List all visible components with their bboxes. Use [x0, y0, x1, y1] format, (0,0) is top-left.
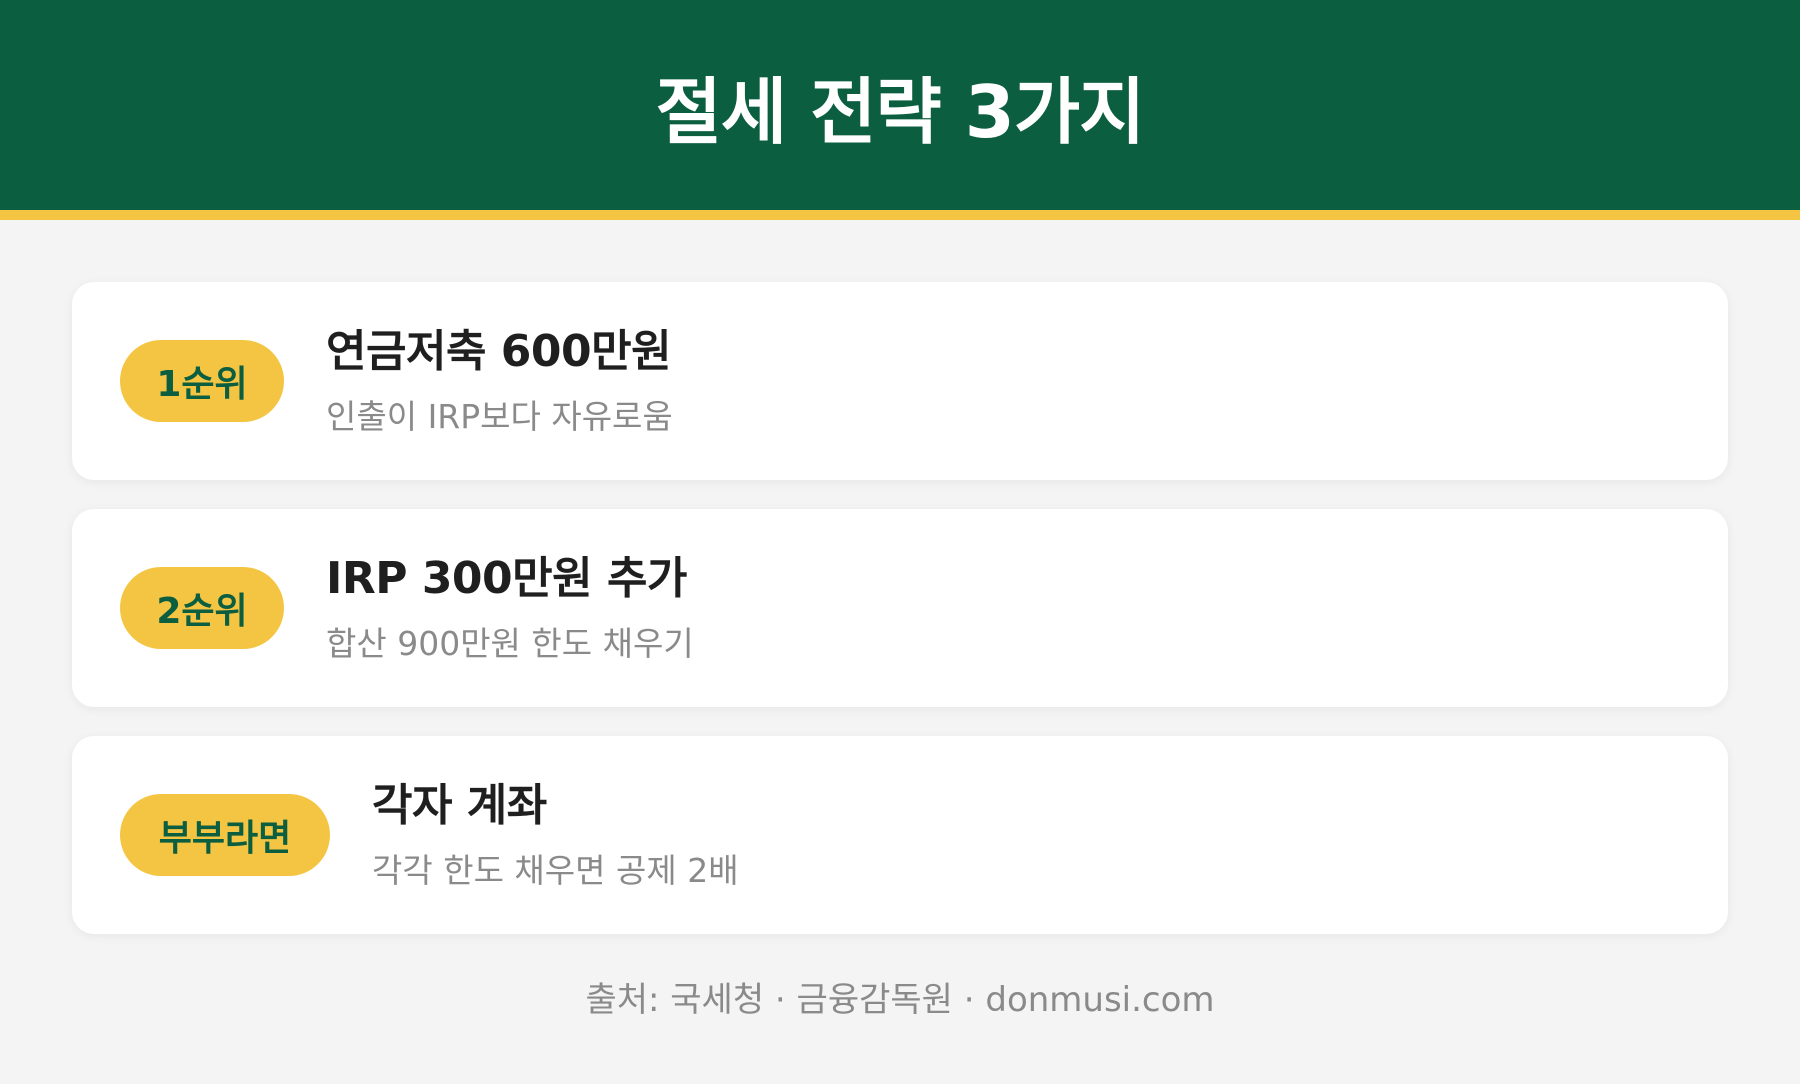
- source-footer: 출처: 국세청 · 금융감독원 · donmusi.com: [585, 980, 1215, 1020]
- card-text: IRP 300만원 추가 합산 900만원 한도 채우기: [326, 551, 694, 665]
- card-description: 합산 900만원 한도 채우기: [326, 624, 694, 663]
- card-text: 각자 계좌 각각 한도 채우면 공제 2배: [372, 778, 739, 892]
- strategy-list: 1순위 연금저축 600만원 인출이 IRP보다 자유로움 2순위 IRP 30…: [72, 282, 1728, 963]
- rank-badge: 1순위: [120, 340, 284, 422]
- card-title: IRP 300만원 추가: [326, 553, 687, 604]
- card-text: 연금저축 600만원 인출이 IRP보다 자유로움: [326, 324, 673, 438]
- rank-badge: 2순위: [120, 567, 284, 649]
- strategy-card-3: 부부라면 각자 계좌 각각 한도 채우면 공제 2배: [72, 736, 1728, 934]
- card-title: 연금저축 600만원: [326, 326, 672, 377]
- strategy-card-2: 2순위 IRP 300만원 추가 합산 900만원 한도 채우기: [72, 509, 1728, 707]
- page-title: 절세 전략 3가지: [655, 69, 1146, 154]
- page-header: 절세 전략 3가지: [0, 0, 1800, 220]
- card-title: 각자 계좌: [372, 780, 547, 831]
- rank-badge: 부부라면: [120, 794, 330, 876]
- strategy-card-1: 1순위 연금저축 600만원 인출이 IRP보다 자유로움: [72, 282, 1728, 480]
- card-description: 각각 한도 채우면 공제 2배: [372, 851, 739, 890]
- card-description: 인출이 IRP보다 자유로움: [326, 397, 673, 436]
